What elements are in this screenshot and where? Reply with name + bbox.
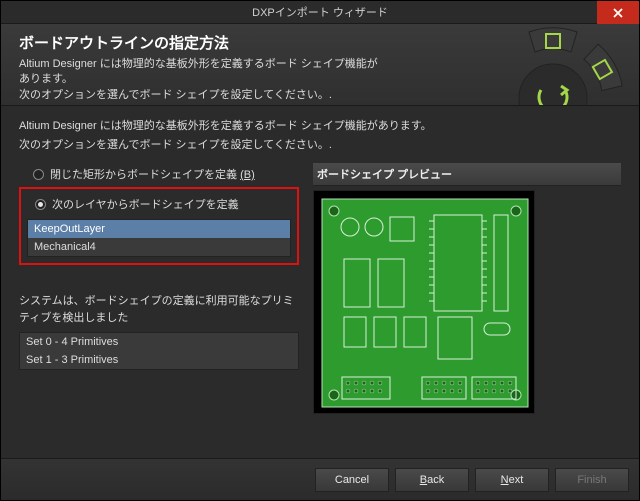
- highlight-box: 次のレイヤからボードシェイプを定義 KeepOutLayer Mechanica…: [19, 187, 299, 265]
- wizard-header: ボードアウトラインの指定方法 Altium Designer には物理的な基板外…: [1, 24, 639, 106]
- radio-icon: [33, 169, 44, 180]
- intro-text-1: Altium Designer には物理的な基板外形を定義するボード シェイプ機…: [19, 118, 621, 135]
- titlebar: DXPインポート ウィザード: [1, 1, 639, 24]
- close-icon: [613, 8, 623, 18]
- wizard-window: DXPインポート ウィザード ボードアウトラインの指定方法 Altium Des…: [0, 0, 640, 501]
- pcb-preview-icon: [314, 191, 535, 414]
- preview-column: ボードシェイプ プレビュー: [313, 163, 621, 414]
- board-shape-preview: [313, 190, 535, 414]
- primitive-sets-listbox[interactable]: Set 0 - 4 Primitives Set 1 - 3 Primitive…: [19, 332, 299, 370]
- layer-item-mechanical4[interactable]: Mechanical4: [28, 238, 290, 256]
- page-description-2: 次のオプションを選んでボード シェイプを設定してください。.: [19, 88, 379, 103]
- next-button[interactable]: Next: [475, 468, 549, 492]
- preview-title: ボードシェイプ プレビュー: [313, 163, 621, 186]
- wizard-body: Altium Designer には物理的な基板外形を定義するボード シェイプ機…: [1, 106, 639, 414]
- radio-from-rectangle[interactable]: 閉じた矩形からボードシェイプを定義 (B): [19, 163, 299, 185]
- layer-item-keepout[interactable]: KeepOutLayer: [28, 220, 290, 238]
- set-item-0[interactable]: Set 0 - 4 Primitives: [20, 333, 298, 351]
- radio-mnemonic-1: (B): [240, 169, 255, 181]
- window-title: DXPインポート ウィザード: [252, 4, 388, 20]
- set-item-1[interactable]: Set 1 - 3 Primitives: [20, 351, 298, 369]
- radio-label-2: 次のレイヤからボードシェイプを定義: [52, 196, 239, 212]
- radio-icon: [35, 199, 46, 210]
- options-column: 閉じた矩形からボードシェイプを定義 (B) 次のレイヤからボードシェイプを定義 …: [19, 163, 299, 414]
- cancel-button[interactable]: Cancel: [315, 468, 389, 492]
- intro-text-2: 次のオプションを選んでボード シェイプを設定してください。.: [19, 137, 621, 154]
- detected-text: システムは、ボードシェイプの定義に利用可能なプリミティブを検出しました: [19, 293, 299, 326]
- radio-label-1: 閉じた矩形からボードシェイプを定義: [50, 169, 240, 181]
- wizard-footer: Cancel Back Next Finish: [1, 458, 639, 500]
- page-description-1: Altium Designer には物理的な基板外形を定義するボード シェイプ機…: [19, 57, 379, 88]
- close-button[interactable]: [597, 1, 639, 24]
- back-button[interactable]: Back: [395, 468, 469, 492]
- radio-from-layer[interactable]: 次のレイヤからボードシェイプを定義: [27, 193, 291, 215]
- layer-listbox[interactable]: KeepOutLayer Mechanical4: [27, 219, 291, 257]
- header-graphic-icon: [473, 24, 633, 106]
- finish-button: Finish: [555, 468, 629, 492]
